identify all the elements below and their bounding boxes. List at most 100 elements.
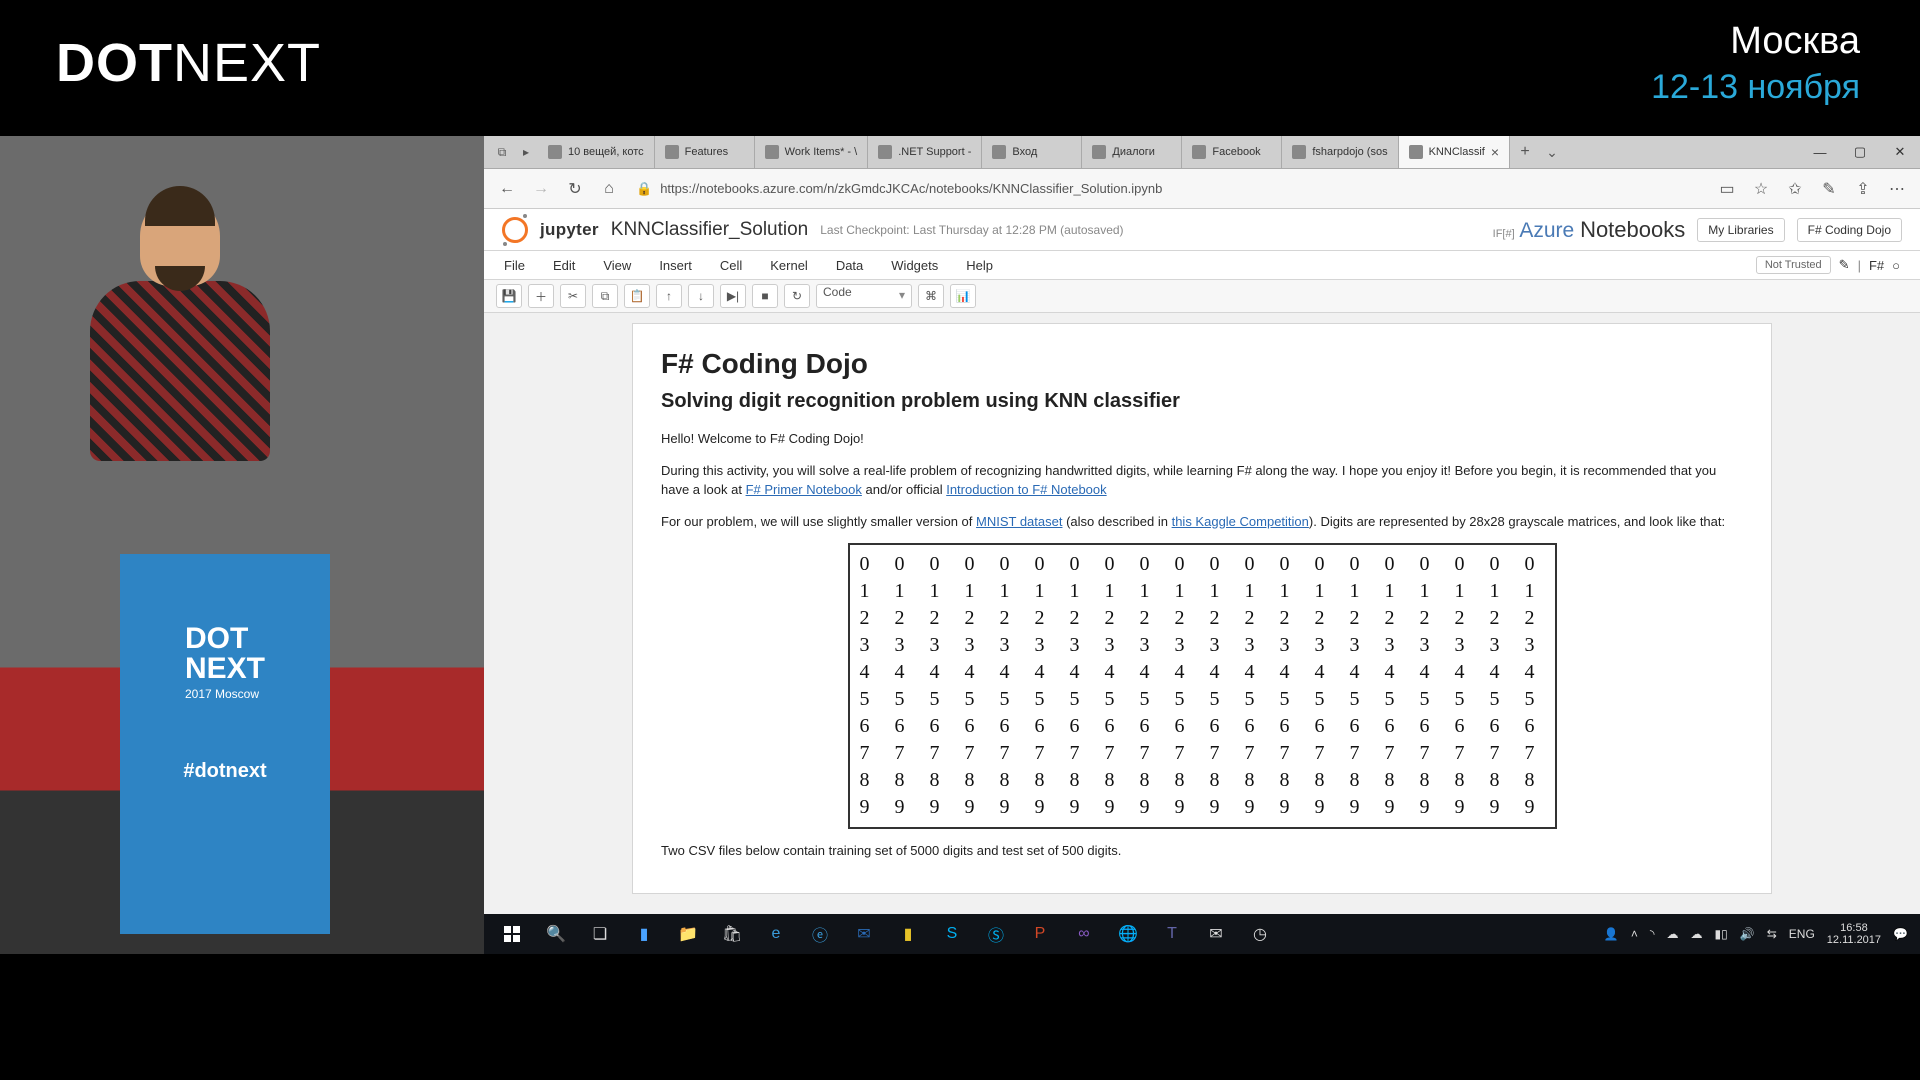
new-tab-button[interactable]: + — [1510, 136, 1540, 168]
tray-up-icon[interactable]: ˄ — [1631, 927, 1638, 941]
paste-button[interactable]: 📋 — [624, 284, 650, 308]
breadcrumb-button[interactable]: F# Coding Dojo — [1797, 218, 1902, 242]
tray-battery-icon[interactable]: ▮▯ — [1715, 927, 1728, 941]
tab-5[interactable]: Вход — [982, 136, 1082, 168]
close-window-button[interactable]: ✕ — [1880, 136, 1920, 168]
maximize-button[interactable]: ▢ — [1840, 136, 1880, 168]
tab-8[interactable]: fsharpdojo (sos — [1282, 136, 1398, 168]
move-down-button[interactable]: ↓ — [688, 284, 714, 308]
menu-view[interactable]: View — [603, 258, 631, 273]
minimize-button[interactable]: — — [1800, 136, 1840, 168]
tray-lang[interactable]: ENG — [1789, 927, 1815, 941]
start-button[interactable] — [490, 914, 534, 954]
link-mnist[interactable]: MNIST dataset — [976, 514, 1062, 529]
link-kaggle[interactable]: this Kaggle Competition — [1172, 514, 1309, 529]
edit-icon[interactable]: ✎ — [1839, 257, 1850, 273]
stop-button[interactable]: ■ — [752, 284, 778, 308]
kernel-name: F# — [1869, 258, 1884, 273]
tab-4[interactable]: .NET Support - — [868, 136, 982, 168]
tray-network-icon[interactable]: ⇆ — [1767, 927, 1777, 941]
favicon-icon — [765, 145, 779, 159]
app-vs-icon[interactable]: ∞ — [1062, 914, 1106, 954]
app-powerpoint-icon[interactable]: P — [1018, 914, 1062, 954]
notebook-name[interactable]: KNNClassifier_Solution — [611, 219, 808, 241]
tray-people-icon[interactable]: 👤 — [1604, 927, 1619, 941]
tray-onedrive-icon[interactable]: ☁ — [1691, 927, 1703, 941]
forward-button[interactable]: → — [526, 174, 556, 204]
app-notes-icon[interactable]: ▮ — [886, 914, 930, 954]
share-icon[interactable]: ⇪ — [1848, 174, 1878, 204]
home-button[interactable]: ⌂ — [594, 174, 624, 204]
menu-insert[interactable]: Insert — [659, 258, 692, 273]
search-icon[interactable]: 🔍 — [534, 914, 578, 954]
tab-side-left-icon[interactable]: ⧉ — [490, 136, 514, 168]
favorites-hub-icon[interactable]: ✩ — [1780, 174, 1810, 204]
command-palette-button[interactable]: ⌘ — [918, 284, 944, 308]
app-fileexplorer-icon[interactable]: 📁 — [666, 914, 710, 954]
notes-icon[interactable]: ✎ — [1814, 174, 1844, 204]
tab-label: Work Items* - \ — [785, 146, 858, 158]
menu-widgets[interactable]: Widgets — [891, 258, 938, 273]
app-mail-icon[interactable]: ✉ — [1194, 914, 1238, 954]
more-icon[interactable]: ⋯ — [1882, 174, 1912, 204]
copy-button[interactable]: ⧉ — [592, 284, 618, 308]
app-teams-icon[interactable]: T — [1150, 914, 1194, 954]
notebook-body[interactable]: F# Coding Dojo Solving digit recognition… — [484, 313, 1920, 914]
tab-1[interactable]: 10 вещей, котс — [538, 136, 655, 168]
tray-volume-icon[interactable]: 🔊 — [1740, 927, 1755, 941]
menu-data[interactable]: Data — [836, 258, 863, 273]
url-field[interactable]: 🔒 https://notebooks.azure.com/n/zkGmdcJK… — [628, 181, 1708, 197]
app-ie-icon[interactable]: ⓔ — [798, 914, 842, 954]
tab-3[interactable]: Work Items* - \ — [755, 136, 869, 168]
add-cell-button[interactable]: ＋ — [528, 284, 554, 308]
cut-button[interactable]: ✂ — [560, 284, 586, 308]
trust-indicator[interactable]: Not Trusted — [1756, 256, 1831, 274]
azure-notebooks-brand: IF[#] Azure Notebooks — [1493, 217, 1686, 243]
save-button[interactable]: 💾 — [496, 284, 522, 308]
run-button[interactable]: ▶| — [720, 284, 746, 308]
my-libraries-button[interactable]: My Libraries — [1697, 218, 1784, 242]
app-skype-icon[interactable]: S — [930, 914, 974, 954]
podium-hashtag: #dotnext — [183, 760, 266, 783]
app-skype-biz-icon[interactable]: Ⓢ — [974, 914, 1018, 954]
link-primer[interactable]: F# Primer Notebook — [746, 482, 862, 497]
menu-help[interactable]: Help — [966, 258, 993, 273]
tab-label: .NET Support - — [898, 146, 971, 158]
app-globe-icon[interactable]: 🌐 — [1106, 914, 1150, 954]
tab-2[interactable]: Features — [655, 136, 755, 168]
tab-9-active[interactable]: KNNClassif× — [1399, 136, 1510, 168]
link-intro[interactable]: Introduction to F# Notebook — [946, 482, 1106, 497]
menu-kernel[interactable]: Kernel — [770, 258, 808, 273]
reading-view-icon[interactable]: ▭ — [1712, 174, 1742, 204]
tab-7[interactable]: Facebook — [1182, 136, 1282, 168]
tab-overflow-icon[interactable]: ⌄ — [1540, 136, 1564, 168]
restart-button[interactable]: ↻ — [784, 284, 810, 308]
tray-wifi-icon[interactable]: ◝ — [1650, 927, 1655, 941]
app-misc-icon[interactable]: ◷ — [1238, 914, 1282, 954]
tab-6[interactable]: Диалоги — [1082, 136, 1182, 168]
menu-edit[interactable]: Edit — [553, 258, 575, 273]
checkpoint-label: Last Checkpoint: Last Thursday at 12:28 … — [820, 223, 1123, 237]
move-up-button[interactable]: ↑ — [656, 284, 682, 308]
taskview-icon[interactable]: ❏ — [578, 914, 622, 954]
refresh-button[interactable]: ↻ — [560, 174, 590, 204]
jupyter-header: jupyter KNNClassifier_Solution Last Chec… — [484, 209, 1920, 251]
favicon-icon — [1409, 145, 1423, 159]
menu-cell[interactable]: Cell — [720, 258, 742, 273]
favorite-icon[interactable]: ☆ — [1746, 174, 1776, 204]
tab-side-right-icon[interactable]: ▸ — [514, 136, 538, 168]
app-store-icon[interactable]: 🛍 — [710, 914, 754, 954]
tray-notifications-icon[interactable]: 💬 — [1893, 927, 1908, 941]
app-edge-icon[interactable]: e — [754, 914, 798, 954]
app-outlook-icon[interactable]: ✉ — [842, 914, 886, 954]
chart-button[interactable]: 📊 — [950, 284, 976, 308]
app-explorer-icon[interactable]: ▮ — [622, 914, 666, 954]
celltype-select[interactable]: Code — [816, 284, 912, 308]
tray-cloud-icon[interactable]: ☁ — [1667, 927, 1679, 941]
back-button[interactable]: ← — [492, 174, 522, 204]
close-tab-icon[interactable]: × — [1491, 144, 1499, 160]
browser-address-bar: ← → ↻ ⌂ 🔒 https://notebooks.azure.com/n/… — [484, 169, 1920, 209]
menu-file[interactable]: File — [504, 258, 525, 273]
markdown-cell[interactable]: F# Coding Dojo Solving digit recognition… — [632, 323, 1772, 894]
tray-clock[interactable]: 16:58 12.11.2017 — [1827, 922, 1881, 946]
